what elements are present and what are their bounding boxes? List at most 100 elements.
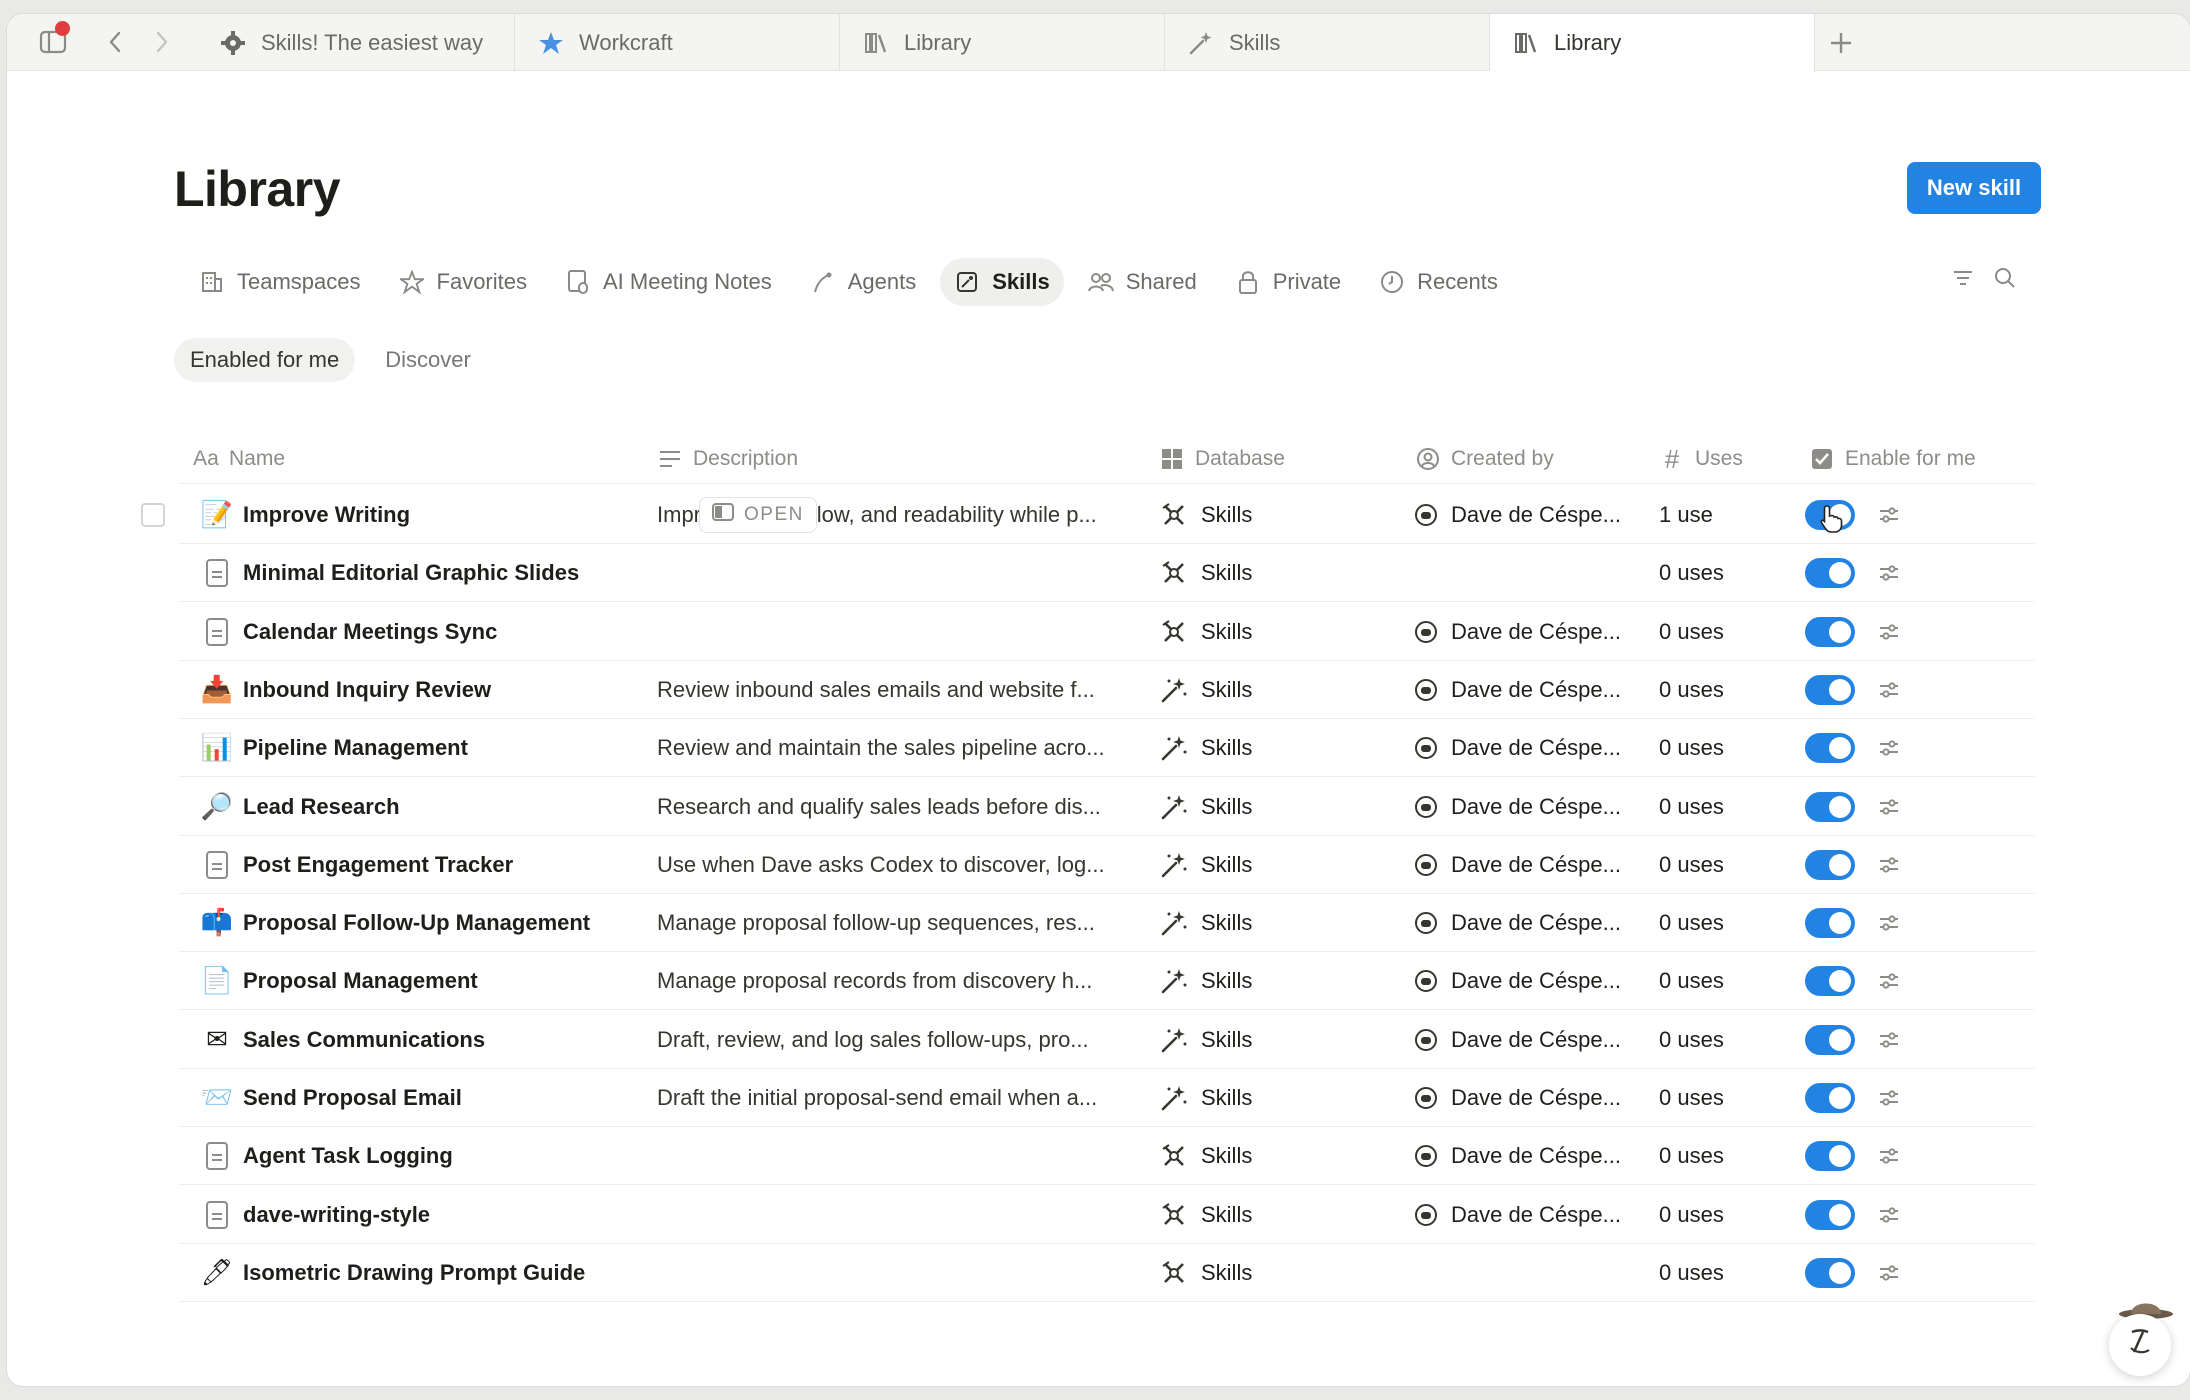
search-icon[interactable]	[1993, 266, 2017, 295]
database-cell[interactable]: Skills	[1159, 1127, 1389, 1185]
enable-toggle[interactable]	[1805, 1127, 1857, 1185]
toggle-switch[interactable]	[1805, 908, 1855, 939]
back-arrow-icon[interactable]	[100, 26, 130, 58]
enable-toggle[interactable]	[1805, 778, 1857, 836]
skill-name[interactable]: Sales Communications	[243, 1011, 643, 1069]
database-cell[interactable]: Skills	[1159, 1186, 1389, 1244]
enable-toggle[interactable]	[1805, 661, 1857, 719]
creator-cell[interactable]: Dave de Céspe...	[1415, 1127, 1645, 1185]
nav-ai-meeting-notes[interactable]: AI Meeting Notes	[551, 258, 786, 306]
browser-tab[interactable]: Skills	[1165, 14, 1490, 71]
skill-name[interactable]: Proposal Follow-Up Management	[243, 894, 643, 952]
skill-name[interactable]: Calendar Meetings Sync	[243, 603, 643, 661]
row-icon[interactable]: 📝	[201, 486, 233, 544]
nav-favorites[interactable]: Favorites	[385, 258, 541, 306]
skill-name[interactable]: dave-writing-style	[243, 1186, 643, 1244]
skill-name[interactable]: Proposal Management	[243, 952, 643, 1010]
column-header-description[interactable]: Description	[657, 434, 798, 484]
table-row[interactable]: Minimal Editorial Graphic Slides Skills 0 …	[179, 544, 2035, 603]
table-row[interactable]: 📫 Proposal Follow-Up Management Manage pro…	[179, 894, 2035, 953]
table-row[interactable]: Agent Task Logging Skills Dave de Céspe...…	[179, 1127, 2035, 1186]
table-row[interactable]: 🔎 Lead Research Research and qualify sales…	[179, 778, 2035, 836]
enable-toggle[interactable]	[1805, 544, 1857, 602]
enable-toggle[interactable]	[1805, 1011, 1857, 1069]
settings-sliders-icon[interactable]	[1873, 661, 1905, 719]
skill-name[interactable]: Isometric Drawing Prompt Guide	[243, 1244, 643, 1302]
creator-cell[interactable]: Dave de Céspe...	[1415, 952, 1645, 1010]
nav-skills[interactable]: Skills	[940, 258, 1064, 306]
row-icon[interactable]: 📨	[201, 1069, 233, 1127]
enable-toggle[interactable]	[1805, 836, 1857, 894]
row-icon[interactable]	[201, 1186, 233, 1244]
nav-teamspaces[interactable]: Teamspaces	[185, 258, 375, 306]
table-row[interactable]: 📝 Improve Writing Improve clarity, flow, a…	[179, 486, 2035, 544]
nav-shared[interactable]: Shared	[1074, 258, 1211, 306]
nav-recents[interactable]: Recents	[1365, 258, 1512, 306]
row-select-checkbox[interactable]	[141, 503, 165, 527]
nav-private[interactable]: Private	[1221, 258, 1355, 306]
toggle-switch[interactable]	[1805, 1024, 1855, 1055]
settings-sliders-icon[interactable]	[1873, 719, 1905, 777]
creator-cell[interactable]: Dave de Céspe...	[1415, 1069, 1645, 1127]
column-header-enable[interactable]: Enable for me	[1809, 434, 1976, 484]
row-icon[interactable]	[201, 603, 233, 661]
browser-tab[interactable]: Workcraft	[515, 14, 840, 71]
enable-toggle[interactable]	[1805, 894, 1857, 952]
row-icon[interactable]	[201, 836, 233, 894]
table-row[interactable]: 📊 Pipeline Management Review and maintain …	[179, 719, 2035, 778]
table-row[interactable]: dave-writing-style Skills Dave de Céspe...…	[179, 1186, 2035, 1244]
database-cell[interactable]: Skills	[1159, 778, 1389, 836]
creator-cell[interactable]: Dave de Céspe...	[1415, 486, 1645, 544]
toggle-switch[interactable]	[1805, 674, 1855, 705]
toggle-switch[interactable]	[1805, 849, 1855, 880]
tab-discover[interactable]: Discover	[369, 338, 487, 382]
settings-sliders-icon[interactable]	[1873, 1186, 1905, 1244]
row-icon[interactable]	[201, 1127, 233, 1185]
settings-sliders-icon[interactable]	[1873, 1244, 1905, 1302]
creator-cell[interactable]: Dave de Céspe...	[1415, 661, 1645, 719]
enable-toggle[interactable]	[1805, 1244, 1857, 1302]
toggle-switch[interactable]	[1805, 558, 1855, 589]
column-header-created-by[interactable]: Created by	[1415, 434, 1554, 484]
creator-cell[interactable]: Dave de Céspe...	[1415, 603, 1645, 661]
enable-toggle[interactable]	[1805, 719, 1857, 777]
row-icon[interactable]: 📥	[201, 661, 233, 719]
toggle-switch[interactable]	[1805, 1199, 1855, 1230]
forward-arrow-icon[interactable]	[147, 26, 177, 58]
row-icon[interactable]: 📄	[201, 952, 233, 1010]
table-row[interactable]: 📨 Send Proposal Email Draft the initial pr…	[179, 1069, 2035, 1127]
tab-enabled-for-me[interactable]: Enabled for me	[174, 338, 356, 382]
skill-name[interactable]: Improve Writing	[243, 486, 643, 544]
browser-tab-active[interactable]: Library	[1490, 14, 1815, 72]
database-cell[interactable]: Skills	[1159, 952, 1389, 1010]
table-row[interactable]: 🖊 Isometric Drawing Prompt Guide Skills 0 u…	[179, 1244, 2035, 1302]
database-cell[interactable]: Skills	[1159, 836, 1389, 894]
skill-name[interactable]: Inbound Inquiry Review	[243, 661, 643, 719]
creator-cell[interactable]: Dave de Céspe...	[1415, 1186, 1645, 1244]
database-cell[interactable]: Skills	[1159, 661, 1389, 719]
toggle-switch[interactable]	[1805, 1257, 1855, 1288]
settings-sliders-icon[interactable]	[1873, 1127, 1905, 1185]
open-page-button[interactable]: OPEN	[699, 497, 817, 533]
settings-sliders-icon[interactable]	[1873, 1069, 1905, 1127]
filter-icon[interactable]	[1951, 266, 1975, 295]
table-row[interactable]: 📥 Inbound Inquiry Review Review inbound sa…	[179, 661, 2035, 719]
creator-cell[interactable]: Dave de Céspe...	[1415, 719, 1645, 777]
settings-sliders-icon[interactable]	[1873, 603, 1905, 661]
enable-toggle[interactable]	[1805, 603, 1857, 661]
column-header-database[interactable]: Database	[1159, 434, 1285, 484]
table-row[interactable]: Calendar Meetings Sync Skills Dave de Césp…	[179, 603, 2035, 661]
skill-name[interactable]: Minimal Editorial Graphic Slides	[243, 544, 643, 602]
toggle-switch[interactable]	[1805, 1141, 1855, 1172]
database-cell[interactable]: Skills	[1159, 486, 1389, 544]
settings-sliders-icon[interactable]	[1873, 1011, 1905, 1069]
creator-cell[interactable]: Dave de Céspe...	[1415, 778, 1645, 836]
row-icon[interactable]: 📫	[201, 894, 233, 952]
table-row[interactable]: Post Engagement Tracker Use when Dave ask…	[179, 836, 2035, 894]
column-header-name[interactable]: Aa Name	[193, 434, 285, 484]
creator-cell[interactable]: Dave de Céspe...	[1415, 836, 1645, 894]
skill-name[interactable]: Send Proposal Email	[243, 1069, 643, 1127]
database-cell[interactable]: Skills	[1159, 603, 1389, 661]
settings-sliders-icon[interactable]	[1873, 544, 1905, 602]
skill-name[interactable]: Lead Research	[243, 778, 643, 836]
